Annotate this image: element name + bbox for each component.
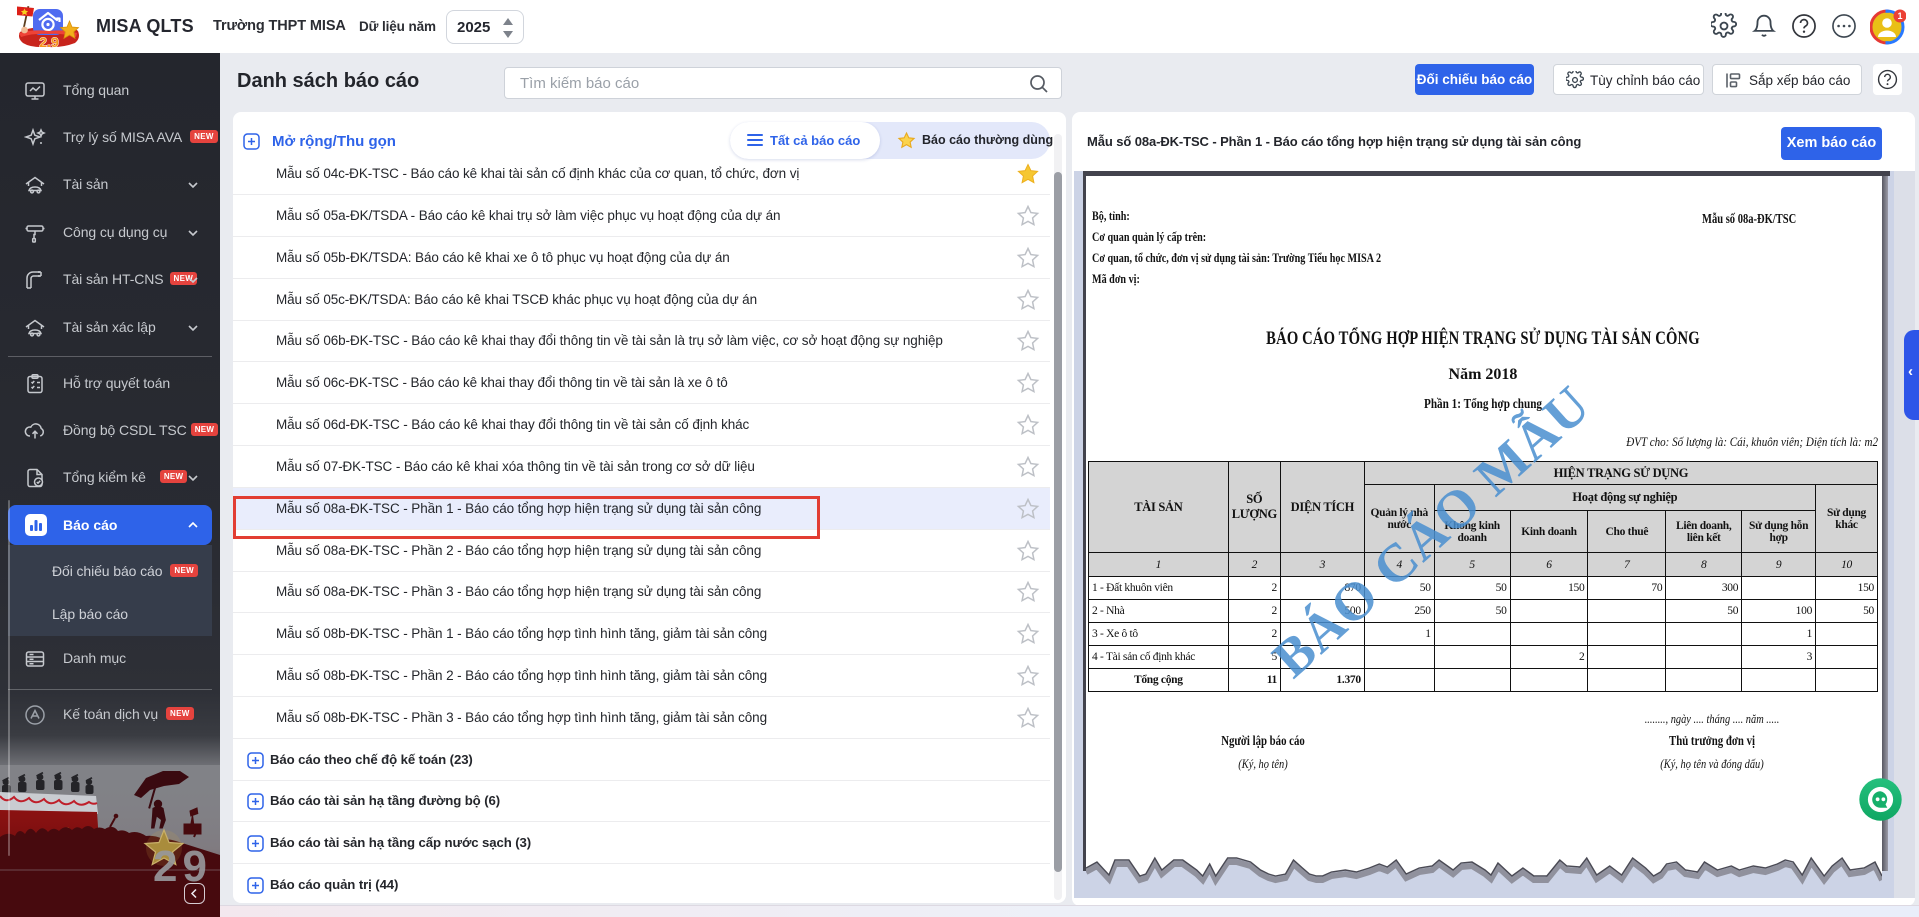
svg-text:2.9: 2.9	[39, 34, 59, 50]
svg-text:1: 1	[1897, 11, 1902, 21]
